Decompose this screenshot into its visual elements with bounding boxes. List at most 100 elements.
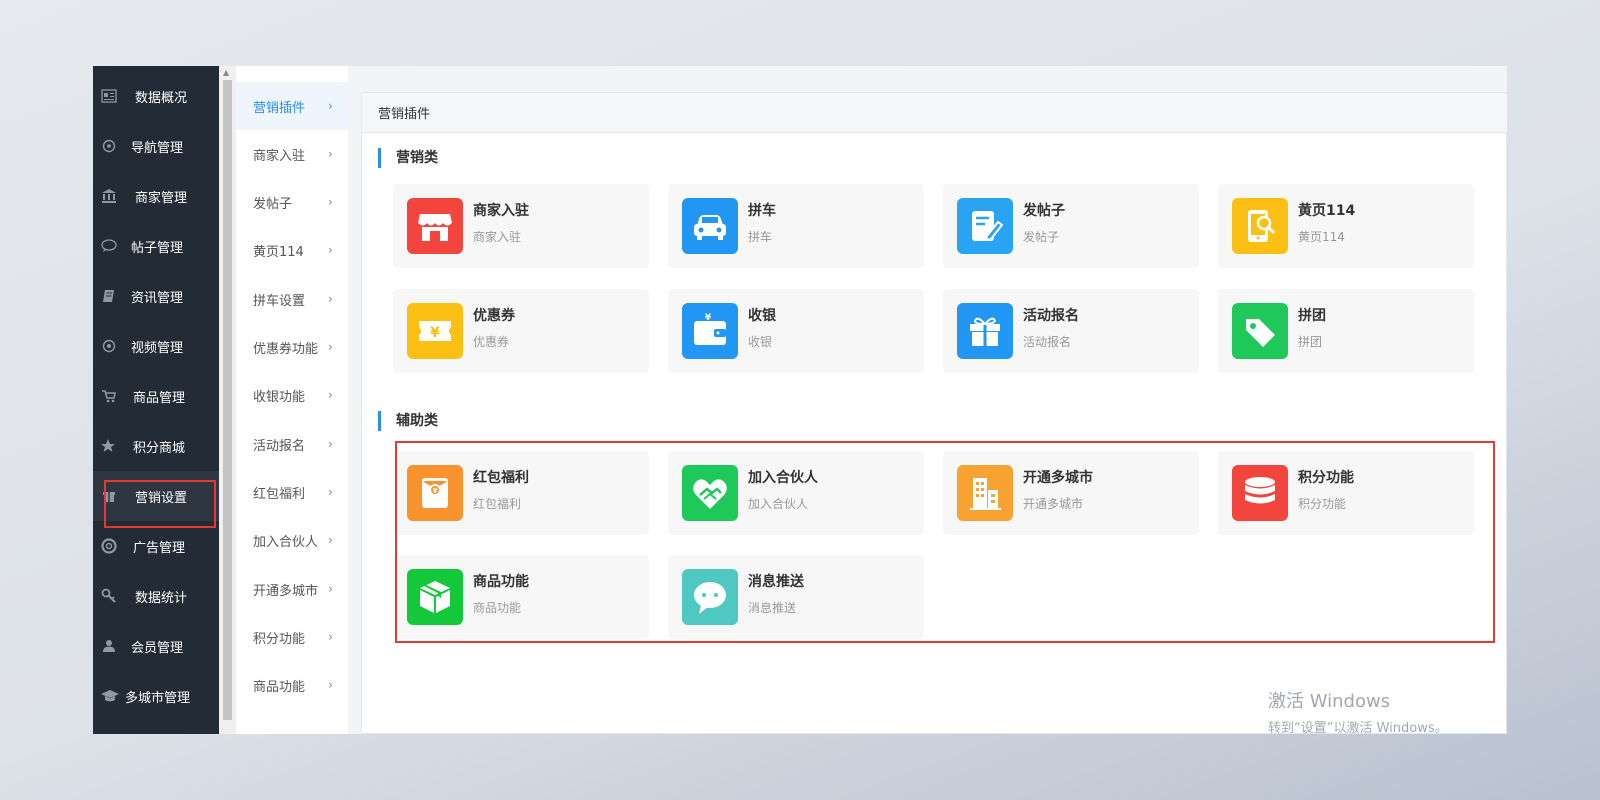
nav-item-navigation[interactable]: 导航管理 bbox=[93, 121, 219, 171]
card-title: 活动报名 bbox=[1023, 308, 1079, 324]
submenu-item-merchant-join[interactable]: 商家入驻 › bbox=[236, 130, 348, 178]
nav-item-label: 资讯管理 bbox=[131, 290, 184, 306]
card-title: 拼车 bbox=[748, 203, 776, 219]
nav-item-ads[interactable]: 广告管理 bbox=[93, 521, 219, 571]
card-title: 拼团 bbox=[1298, 308, 1326, 324]
submenu-item-label: 活动报名 bbox=[253, 438, 306, 454]
submenu-item-partner[interactable]: 加入合伙人 › bbox=[236, 516, 348, 564]
nav-item-members[interactable]: 会员管理 bbox=[93, 621, 219, 671]
chevron-right-icon: › bbox=[328, 99, 333, 113]
phone-search-icon bbox=[1232, 198, 1288, 254]
card-desc: 收银 bbox=[748, 335, 773, 349]
card-desc: 优惠券 bbox=[473, 335, 510, 349]
nav-item-products[interactable]: 商品管理 bbox=[93, 371, 219, 421]
sub-menu: 营销插件 › 商家入驻 › 发帖子 › 黄页114 › 拼车设置 › 优惠券功能… bbox=[236, 66, 348, 734]
submenu-item-label: 开通多城市 bbox=[253, 583, 319, 599]
submenu-item-events[interactable]: 活动报名 › bbox=[236, 420, 348, 468]
card-desc: 拼车 bbox=[748, 230, 773, 244]
scroll-up-icon[interactable]: ▲ bbox=[223, 68, 229, 77]
plugin-card-post[interactable]: 发帖子 发帖子 bbox=[943, 184, 1199, 268]
submenu-item-red-envelope[interactable]: 红包福利 › bbox=[236, 468, 348, 516]
video-icon bbox=[101, 338, 117, 354]
submenu-item-label: 积分功能 bbox=[253, 631, 306, 647]
sidebar-scrollbar[interactable]: ▲ bbox=[219, 66, 236, 734]
nav-item-label: 数据概况 bbox=[135, 90, 188, 106]
user-icon bbox=[101, 638, 117, 654]
app-window: 数据概况 导航管理 商家管理 帖子管理 资讯管理 视频管理 商品管理 积分商城 … bbox=[93, 66, 1507, 734]
submenu-item-carpool[interactable]: 拼车设置 › bbox=[236, 275, 348, 323]
nav-item-label: 商品管理 bbox=[133, 390, 186, 406]
card-desc: 发帖子 bbox=[1023, 230, 1060, 244]
submenu-item-post[interactable]: 发帖子 › bbox=[236, 178, 348, 226]
card-desc: 拼团 bbox=[1298, 335, 1323, 349]
plugin-card-yellow-pages[interactable]: 黄页114 黄页114 bbox=[1218, 184, 1474, 268]
nav-item-points-mall[interactable]: 积分商城 bbox=[93, 421, 219, 471]
card-desc: 黄页114 bbox=[1298, 230, 1345, 244]
windows-activation-watermark: 激活 Windows 转到“设置”以激活 Windows。 bbox=[1268, 687, 1448, 736]
car-icon bbox=[682, 198, 738, 254]
submenu-item-label: 商品功能 bbox=[253, 679, 306, 695]
plugin-card-events[interactable]: 活动报名 活动报名 bbox=[943, 289, 1199, 373]
nav-item-merchant[interactable]: 商家管理 bbox=[93, 171, 219, 221]
nav-item-label: 数据统计 bbox=[135, 590, 188, 606]
submenu-item-cashier[interactable]: 收银功能 › bbox=[236, 371, 348, 419]
marketing-plugins-panel: 营销插件 营销类 商家入驻 商家入驻 拼车 拼车 发帖子 发帖子 黄页114 黄… bbox=[361, 92, 1507, 734]
submenu-item-label: 拼车设置 bbox=[253, 293, 306, 309]
chevron-right-icon: › bbox=[328, 388, 333, 402]
section-title-marketing: 营销类 bbox=[378, 148, 438, 168]
submenu-item-yellow-pages[interactable]: 黄页114 › bbox=[236, 226, 348, 274]
gift-box-icon bbox=[957, 303, 1013, 359]
auxiliary-highlight-box bbox=[395, 441, 1495, 643]
chevron-right-icon: › bbox=[328, 437, 333, 451]
store-icon bbox=[407, 198, 463, 254]
card-desc: 商家入驻 bbox=[473, 230, 522, 244]
edit-post-icon bbox=[957, 198, 1013, 254]
star-icon bbox=[101, 438, 117, 454]
submenu-item-points[interactable]: 积分功能 › bbox=[236, 613, 348, 661]
plugin-card-merchant-join[interactable]: 商家入驻 商家入驻 bbox=[393, 184, 649, 268]
submenu-item-label: 加入合伙人 bbox=[253, 534, 319, 550]
chevron-right-icon: › bbox=[328, 582, 333, 596]
nav-item-multi-city[interactable]: 多城市管理 bbox=[93, 671, 219, 721]
submenu-item-marketing-plugins[interactable]: 营销插件 › bbox=[236, 82, 348, 130]
nav-item-label: 会员管理 bbox=[131, 640, 184, 656]
submenu-item-label: 收银功能 bbox=[253, 389, 306, 405]
nav-item-video[interactable]: 视频管理 bbox=[93, 321, 219, 371]
submenu-item-label: 红包福利 bbox=[253, 486, 306, 502]
submenu-item-coupon[interactable]: 优惠券功能 › bbox=[236, 323, 348, 371]
card-title: 黄页114 bbox=[1298, 203, 1356, 219]
submenu-item-multi-city[interactable]: 开通多城市 › bbox=[236, 565, 348, 613]
plugin-card-carpool[interactable]: 拼车 拼车 bbox=[668, 184, 924, 268]
card-title: 收银 bbox=[748, 308, 776, 324]
submenu-item-products[interactable]: 商品功能 › bbox=[236, 661, 348, 709]
nav-item-statistics[interactable]: 数据统计 bbox=[93, 571, 219, 621]
chevron-right-icon: › bbox=[328, 485, 333, 499]
wallet-icon: ¥ bbox=[682, 303, 738, 359]
chevron-right-icon: › bbox=[328, 340, 333, 354]
graduation-cap-icon bbox=[99, 688, 121, 704]
panel-header: 营销插件 bbox=[362, 93, 1507, 133]
lifebuoy-icon bbox=[101, 538, 117, 554]
nav-item-data-overview[interactable]: 数据概况 bbox=[93, 71, 219, 121]
submenu-item-label: 发帖子 bbox=[253, 196, 293, 212]
section-title-auxiliary: 辅助类 bbox=[378, 411, 438, 431]
chevron-right-icon: › bbox=[328, 292, 333, 306]
chevron-right-icon: › bbox=[328, 147, 333, 161]
nav-item-label: 视频管理 bbox=[131, 340, 184, 356]
chevron-right-icon: › bbox=[328, 195, 333, 209]
card-desc: 活动报名 bbox=[1023, 335, 1072, 349]
coupon-icon: ¥ bbox=[407, 303, 463, 359]
scrollbar-thumb[interactable] bbox=[223, 80, 232, 720]
plugin-card-coupon[interactable]: ¥ 优惠券 优惠券 bbox=[393, 289, 649, 373]
nav-item-posts[interactable]: 帖子管理 bbox=[93, 221, 219, 271]
nav-item-news[interactable]: 资讯管理 bbox=[93, 271, 219, 321]
chevron-right-icon: › bbox=[328, 243, 333, 257]
submenu-item-label: 营销插件 bbox=[253, 100, 306, 116]
nav-item-label: 多城市管理 bbox=[125, 690, 191, 706]
submenu-item-label: 黄页114 bbox=[253, 244, 304, 260]
plugin-card-group-buy[interactable]: 拼团 拼团 bbox=[1218, 289, 1474, 373]
plugin-card-cashier[interactable]: ¥ 收银 收银 bbox=[668, 289, 924, 373]
submenu-item-label: 商家入驻 bbox=[253, 148, 306, 164]
nav-item-label: 积分商城 bbox=[133, 440, 186, 456]
svg-text:¥: ¥ bbox=[430, 325, 440, 341]
